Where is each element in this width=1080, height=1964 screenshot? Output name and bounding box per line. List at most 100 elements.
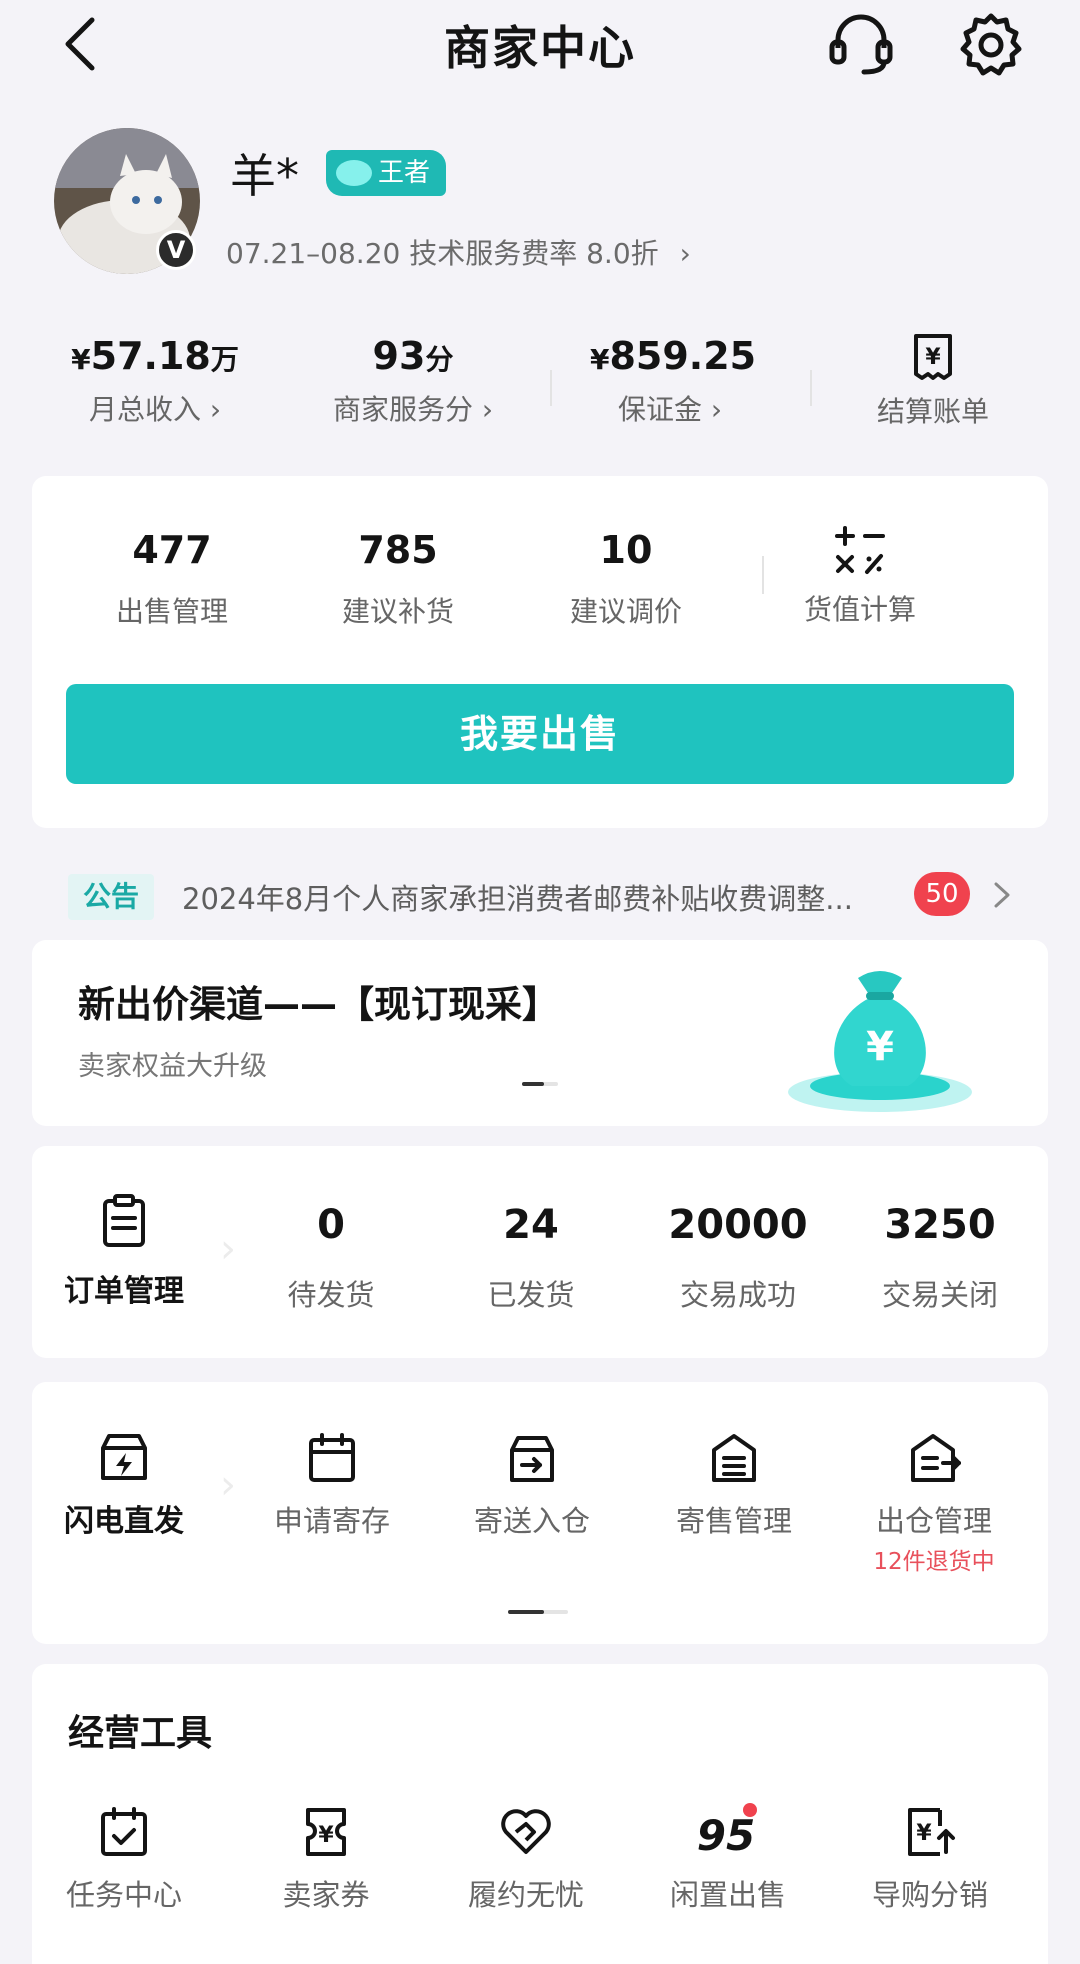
svg-text:¥: ¥ xyxy=(925,345,941,370)
stat-value: 859.25 xyxy=(609,334,757,378)
send-to-warehouse-button[interactable]: 寄送入仓 xyxy=(450,1432,614,1540)
sale-item-value: 10 xyxy=(599,528,653,572)
stat-monthly-income[interactable]: ¥57.18万 月总收入 › xyxy=(62,334,248,428)
banner-subtitle: 卖家权益大升级 xyxy=(78,1051,267,1082)
order-status-value: 0 xyxy=(317,1202,345,1248)
calculator-icon xyxy=(835,526,885,574)
stat-label: 商家服务分 xyxy=(332,393,473,426)
order-status-item[interactable]: 3250 交易关闭 xyxy=(860,1202,1020,1314)
settlement-bill-button[interactable]: ¥ 结算账单 xyxy=(860,332,1006,430)
svg-text:¥: ¥ xyxy=(916,1821,932,1846)
task-center-button[interactable]: 任务中心 xyxy=(54,1806,194,1914)
sale-item[interactable]: 477 出售管理 xyxy=(72,528,272,630)
tool-label: 任务中心 xyxy=(65,1878,182,1912)
warehouse-card: 闪电直发 › 申请寄存 寄送入仓 寄售管理 出仓管理 12件退货中 xyxy=(32,1382,1048,1644)
currency-symbol: ¥ xyxy=(590,343,610,376)
promo-banner[interactable]: 新出价渠道——【现订现采】 卖家权益大升级 ¥ xyxy=(32,940,1048,1126)
stat-label: 月总收入 xyxy=(88,393,201,426)
separator-chevron: › xyxy=(220,1226,236,1272)
sale-item[interactable]: 10 建议调价 xyxy=(526,528,726,630)
sale-item-label: 建议调价 xyxy=(569,595,682,628)
divider xyxy=(810,370,812,406)
chevron-right-icon[interactable] xyxy=(990,880,1014,910)
order-status-item[interactable]: 20000 交易成功 xyxy=(658,1202,818,1314)
order-status-value: 3250 xyxy=(884,1202,996,1248)
order-card: 订单管理 › 0 待发货 24 已发货 20000 交易成功 3250 交易关闭 xyxy=(32,1146,1048,1358)
warehouse-item-label: 出仓管理 xyxy=(875,1504,992,1538)
sale-item-value: 785 xyxy=(358,528,438,572)
95-logo-icon: 95 xyxy=(697,1803,757,1860)
lightning-direct-button[interactable]: 闪电直发 xyxy=(54,1430,194,1540)
tool-label: 闲置出售 xyxy=(669,1878,786,1912)
banner-title: 新出价渠道——【现订现采】 xyxy=(78,983,559,1026)
money-bag-icon: ¥ xyxy=(788,971,972,1112)
verified-badge: V xyxy=(156,230,196,270)
order-status-label: 待发货 xyxy=(287,1278,375,1312)
lightning-box-icon xyxy=(101,1434,147,1480)
share-bill-icon: ¥ xyxy=(908,1808,955,1856)
tool-label: 履约无忧 xyxy=(467,1878,584,1912)
order-status-item[interactable]: 0 待发货 xyxy=(256,1202,406,1314)
warehouse-item-label: 寄送入仓 xyxy=(473,1504,590,1538)
stat-value: 93 xyxy=(372,334,426,378)
settings-gear-icon[interactable] xyxy=(956,10,1026,80)
clipboard-icon xyxy=(103,1194,145,1247)
warehouse-title: 闪电直发 xyxy=(64,1504,184,1539)
stat-deposit[interactable]: ¥859.25 保证金 › xyxy=(590,334,756,428)
consignment-management-button[interactable]: 寄售管理 xyxy=(652,1432,816,1540)
order-status-label: 已发货 xyxy=(487,1278,575,1312)
order-status-label: 交易关闭 xyxy=(881,1278,998,1312)
notice-text[interactable]: 2024年8月个人商家承担消费者邮费补贴收费调整... xyxy=(182,876,882,918)
stat-label: 保证金 xyxy=(617,393,702,426)
stat-unit: 分 xyxy=(425,343,454,376)
warehouse-item-label: 申请寄存 xyxy=(273,1504,390,1538)
stat-service-score[interactable]: 93分 商家服务分 › xyxy=(318,334,508,428)
sale-item-label: 货值计算 xyxy=(803,593,916,626)
seller-coupon-button[interactable]: ¥ 卖家券 xyxy=(256,1806,396,1914)
stat-unit: 万 xyxy=(210,343,239,376)
order-status-item[interactable]: 24 已发货 xyxy=(456,1202,606,1314)
order-status-label: 交易成功 xyxy=(679,1278,796,1312)
box-out-icon xyxy=(911,1434,961,1482)
svg-text:¥: ¥ xyxy=(866,1024,894,1070)
notice-count-badge: 50 xyxy=(914,872,970,916)
svg-text:95: 95 xyxy=(698,1811,755,1858)
tool-label: 导购分销 xyxy=(871,1878,988,1912)
returning-note: 12件退货中 xyxy=(873,1549,995,1575)
calendar-check-icon xyxy=(101,1807,147,1856)
outbound-management-button[interactable]: 出仓管理 12件退货中 xyxy=(852,1432,1016,1576)
svg-text:¥: ¥ xyxy=(318,1823,334,1848)
tool-label: 卖家券 xyxy=(282,1878,370,1912)
stat-label: 结算账单 xyxy=(876,395,989,428)
order-title: 订单管理 xyxy=(64,1274,184,1309)
store-list-icon xyxy=(712,1434,756,1482)
divider xyxy=(550,370,552,406)
bill-icon: ¥ xyxy=(914,334,952,380)
idle-sale-button[interactable]: 95 闲置出售 xyxy=(658,1802,798,1914)
sell-button[interactable]: 我要出售 xyxy=(66,684,1014,784)
page-indicator-active xyxy=(508,1610,544,1614)
chevron-right-icon: › xyxy=(701,393,723,426)
notice-tag: 公告 xyxy=(68,874,154,920)
rank-badge: 王者 xyxy=(326,150,446,196)
heart-shield-icon xyxy=(501,1809,551,1854)
chevron-right-icon: › xyxy=(472,393,494,426)
coupon-icon: ¥ xyxy=(306,1808,346,1856)
warehouse-item-label: 寄售管理 xyxy=(675,1504,792,1538)
currency-symbol: ¥ xyxy=(71,343,91,376)
box-in-icon xyxy=(510,1436,554,1482)
value-calculator-button[interactable]: 货值计算 xyxy=(760,524,960,628)
carousel-indicator-active xyxy=(522,1082,544,1086)
apply-storage-button[interactable]: 申请寄存 xyxy=(250,1432,414,1540)
service-fee-link[interactable]: 07.21–08.20 技术服务费率 8.0折 › xyxy=(226,232,691,272)
customer-service-icon[interactable] xyxy=(826,10,896,76)
user-name: 羊* xyxy=(230,149,299,203)
calendar-icon xyxy=(309,1433,355,1482)
rank-label: 王者 xyxy=(378,158,431,188)
tools-card: 经营工具 任务中心 ¥ 卖家券 履约无忧 95 闲置出售 ¥ 导购分销 xyxy=(32,1664,1048,1964)
order-management-button[interactable]: 订单管理 xyxy=(54,1194,194,1310)
sale-item[interactable]: 785 建议补货 xyxy=(298,528,498,630)
sale-item-value: 477 xyxy=(132,528,212,572)
fulfillment-worry-free-button[interactable]: 履约无忧 xyxy=(456,1806,596,1914)
referral-distribution-button[interactable]: ¥ 导购分销 xyxy=(860,1806,1000,1914)
